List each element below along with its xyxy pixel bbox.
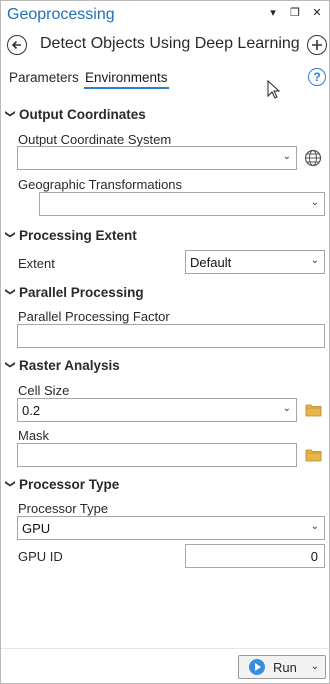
extent-label: Extent — [18, 256, 55, 271]
section-header[interactable]: ❯ Processing Extent — [5, 228, 137, 243]
chevron-down-icon: ❯ — [4, 479, 16, 488]
chevron-down-icon: ⌄ — [310, 521, 319, 532]
section-parallel-processing: ❯ Parallel Processing Parallel Processin… — [1, 284, 329, 350]
cell-size-select[interactable]: 0.2 ⌄ — [17, 398, 297, 422]
processor-type-value: GPU — [22, 520, 51, 536]
section-title: Output Coordinates — [19, 107, 146, 122]
geo-transform-label: Geographic Transformations — [18, 177, 183, 192]
section-header[interactable]: ❯ Raster Analysis — [5, 358, 120, 373]
cell-size-value: 0.2 — [22, 402, 41, 418]
mouse-cursor-icon — [267, 80, 281, 99]
section-title: Processor Type — [19, 477, 120, 492]
parallel-factor-label: Parallel Processing Factor — [18, 309, 170, 324]
section-header[interactable]: ❯ Processor Type — [4, 477, 120, 492]
tab-environments[interactable]: Environments — [84, 70, 169, 89]
chevron-down-icon[interactable]: ⌄ — [311, 661, 319, 672]
run-label: Run — [273, 659, 297, 675]
folder-icon[interactable] — [305, 448, 322, 462]
mask-input[interactable] — [17, 443, 297, 467]
section-title: Raster Analysis — [19, 358, 120, 373]
back-arrow-icon[interactable] — [7, 35, 27, 55]
footer-divider — [1, 648, 329, 649]
help-icon[interactable]: ? — [308, 68, 326, 86]
run-button[interactable]: Run ⌄ — [238, 655, 326, 679]
chevron-down-icon: ❯ — [4, 360, 16, 369]
play-icon — [249, 659, 265, 675]
add-icon[interactable] — [307, 35, 327, 55]
chevron-down-icon: ❯ — [4, 287, 16, 296]
processor-type-select[interactable]: GPU ⌄ — [17, 516, 325, 540]
coord-system-select[interactable]: ⌄ — [17, 146, 297, 170]
extent-value: Default — [190, 254, 232, 270]
close-icon[interactable]: ✕ — [311, 6, 323, 20]
mask-label: Mask — [18, 428, 50, 443]
extent-select[interactable]: Default ⌄ — [185, 250, 325, 274]
section-raster-analysis: ❯ Raster Analysis Cell Size 0.2 ⌄ Mask — [1, 357, 329, 467]
chevron-down-icon: ⌄ — [282, 403, 291, 414]
dropdown-icon[interactable]: ▾ — [267, 6, 279, 20]
parallel-factor-input[interactable] — [17, 324, 325, 348]
geo-transform-select[interactable]: ⌄ — [39, 192, 325, 216]
gpu-id-value: 0 — [310, 548, 318, 564]
cell-size-label: Cell Size — [18, 383, 70, 398]
chevron-down-icon: ⌄ — [310, 255, 319, 266]
pane-title-bar: Geoprocessing ▾ ❐ ✕ — [1, 1, 329, 29]
gpu-id-input[interactable]: 0 — [185, 544, 325, 568]
chevron-down-icon: ❯ — [4, 109, 16, 118]
folder-icon[interactable] — [305, 403, 322, 417]
gpu-id-label: GPU ID — [18, 549, 63, 564]
section-title: Parallel Processing — [19, 285, 144, 300]
chevron-down-icon: ⌄ — [282, 151, 291, 162]
section-output-coordinates: ❯ Output Coordinates Output Coordinate S… — [1, 106, 329, 218]
chevron-down-icon: ❯ — [4, 230, 16, 239]
chevron-down-icon: ⌄ — [310, 197, 319, 208]
tab-parameters[interactable]: Parameters — [9, 70, 79, 85]
tool-title: Detect Objects Using Deep Learning — [40, 35, 300, 52]
section-processing-extent: ❯ Processing Extent Extent Default ⌄ — [1, 227, 329, 277]
window-controls: ▾ ❐ ✕ — [267, 6, 323, 20]
pane-title: Geoprocessing — [7, 6, 115, 23]
section-processor-type: ❯ Processor Type Processor Type GPU ⌄ GP… — [1, 476, 329, 572]
section-title: Processing Extent — [19, 228, 137, 243]
globe-icon[interactable] — [304, 149, 322, 167]
processor-type-label: Processor Type — [18, 501, 109, 516]
section-header[interactable]: ❯ Parallel Processing — [5, 285, 144, 300]
coord-system-label: Output Coordinate System — [18, 132, 172, 147]
tool-header: Detect Objects Using Deep Learning — [1, 32, 329, 58]
restore-icon[interactable]: ❐ — [289, 6, 301, 20]
section-header[interactable]: ❯ Output Coordinates — [5, 107, 146, 122]
